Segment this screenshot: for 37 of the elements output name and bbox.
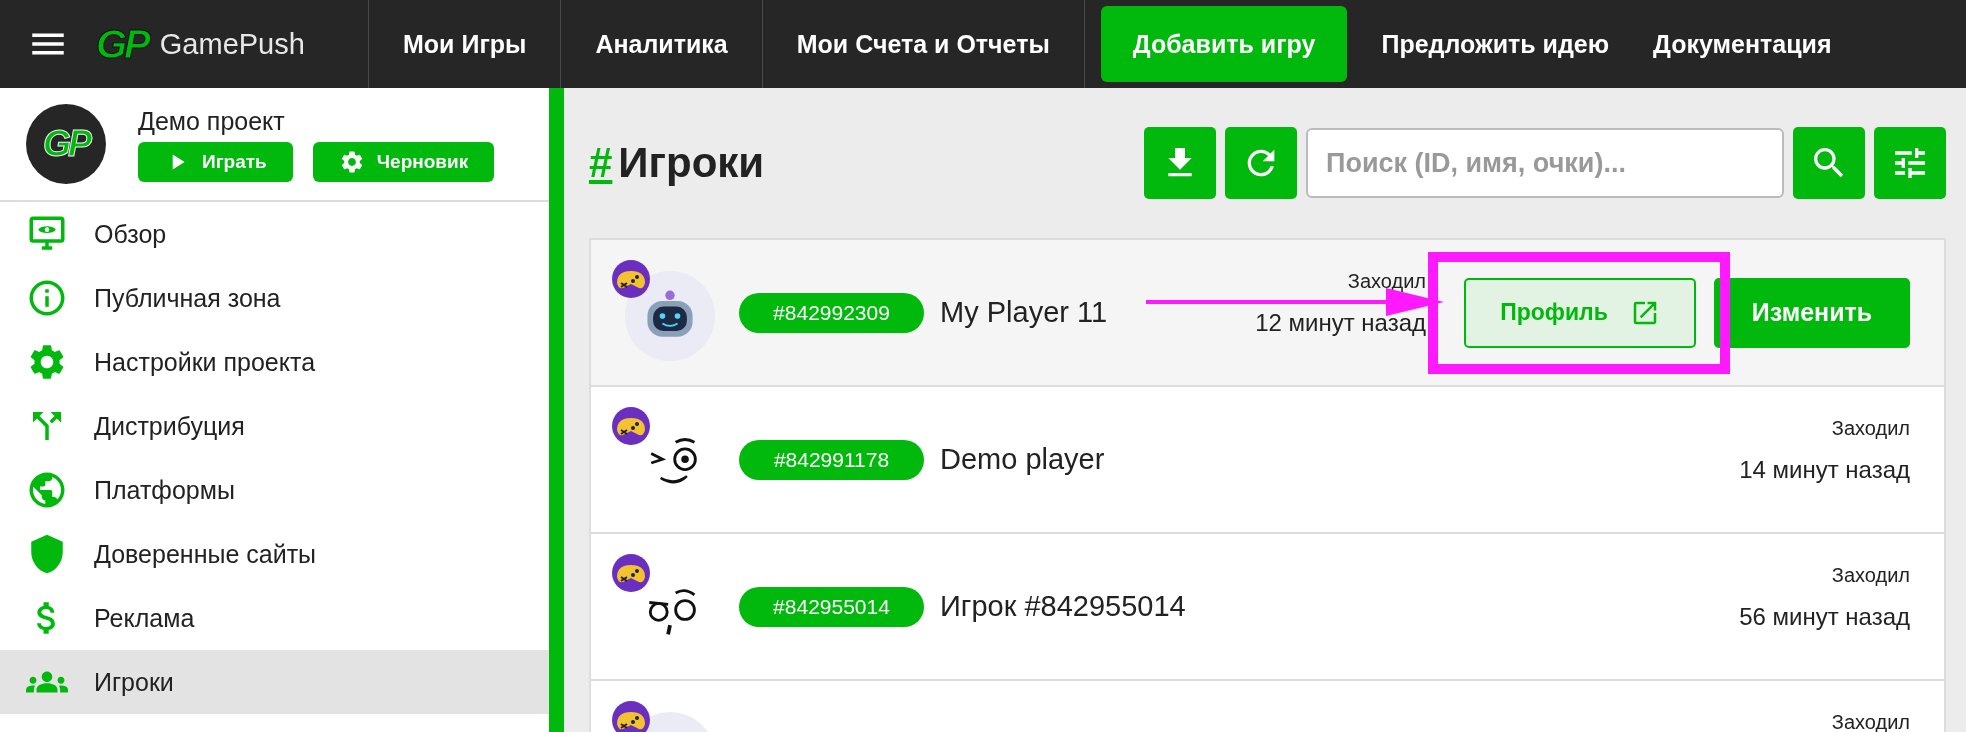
last-visit-label: Заходил [1831,564,1910,587]
last-visit-time: 56 минут назад [1739,603,1910,631]
filter-button[interactable] [1874,127,1946,199]
sidebar-item[interactable]: Игроки [0,650,549,714]
last-visit-time: 12 минут назад [1255,309,1426,337]
logo-mark: GP [96,24,148,64]
sidebar-item[interactable]: Дистрибуция [0,394,549,458]
player-name: My Player 11 [940,296,1108,329]
logo-name: GamePush [159,27,305,61]
refresh-button[interactable] [1225,127,1297,199]
gamepad-badge-icon [611,699,651,732]
page-title: Игроки [618,139,765,187]
sidebar-item[interactable]: Публичная зона [0,266,549,330]
sidebar-item[interactable]: Настройки проекта [0,330,549,394]
player-name: Demo player [940,443,1105,476]
sidebar-item[interactable]: Доверенные сайты [0,522,549,586]
last-visit-time: 14 минут назад [1739,456,1910,484]
sidebar-item[interactable]: Платформы [0,458,549,522]
player-id-tag: #842992309 [739,292,924,333]
gamepad-badge-icon [611,552,651,593]
nav-link[interactable]: Предложить идею [1359,0,1632,88]
search-button[interactable] [1793,127,1865,199]
nav-link[interactable]: Документация [1631,0,1854,88]
player-id-tag: #842955014 [739,586,924,627]
player-name: Игрок #842955014 [940,590,1186,623]
hash-mark: # [589,139,613,187]
sidebar-item[interactable]: Обзор [0,202,549,266]
project-name: Демо проект [138,106,286,136]
gamepad-badge-icon [611,258,651,299]
last-visit-label: Заходил [1347,270,1426,293]
sidebar-item[interactable]: Реклама [0,586,549,650]
download-button[interactable] [1144,127,1216,199]
project-logo-mark: GP [43,123,89,165]
search-field[interactable]: Поиск (ID, имя, очки)... [1306,128,1784,198]
player-id-tag: #842991178 [739,439,924,480]
gamepad-badge-icon [611,405,651,446]
last-visit-label: Заходил [1831,417,1910,440]
